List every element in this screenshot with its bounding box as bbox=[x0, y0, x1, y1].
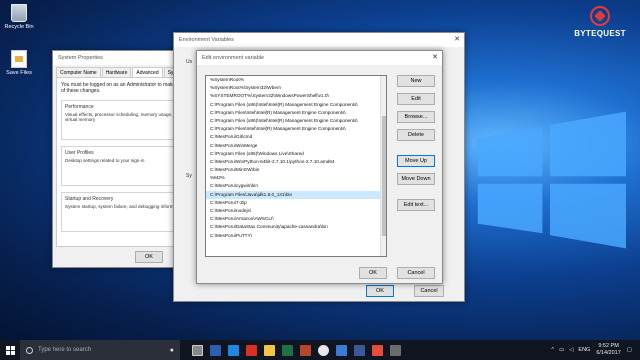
windows-logo bbox=[455, 85, 640, 275]
browse-button[interactable]: Browse... bbox=[397, 111, 435, 123]
tab-computer-name[interactable]: Computer Name bbox=[56, 67, 101, 77]
acrobat-icon[interactable] bbox=[245, 344, 257, 356]
path-entry[interactable]: C:\MesPoru\WinPython-64bit-2.7.10.1\pyth… bbox=[206, 158, 386, 166]
edit-text-button[interactable]: Edit text... bbox=[397, 199, 435, 211]
ok-button[interactable]: OK bbox=[359, 267, 387, 279]
path-entry[interactable]: C:\Program Files\Intel\Intel(R) Manageme… bbox=[206, 109, 386, 117]
desktop-icon-label: Save Files bbox=[6, 70, 32, 76]
edit-environment-variable-window: Edit environment variable ✕ %SystemRoot%… bbox=[196, 50, 443, 284]
delete-button[interactable]: Delete bbox=[397, 129, 435, 141]
path-entry[interactable]: %SYSTEMROOT%\System32\WindowsPowerShell\… bbox=[206, 92, 386, 100]
path-entry[interactable]: C:\MesPoru\nodejs\ bbox=[206, 207, 386, 215]
path-entry[interactable]: %M2% bbox=[206, 174, 386, 182]
scrollbar-thumb[interactable] bbox=[382, 116, 386, 236]
path-entry[interactable]: C:\Program Files (x86)\Intel\Intel(R) Ma… bbox=[206, 101, 386, 109]
system-tray: ^ ▭ ◁ ENG 9:52 PM 6/14/2017 ▢ bbox=[551, 340, 632, 360]
word-icon[interactable] bbox=[209, 344, 221, 356]
move-up-button[interactable]: Move Up bbox=[397, 155, 435, 167]
desktop-icon-label: Recycle Bin bbox=[4, 24, 34, 30]
path-entry[interactable]: C:\MesPoru\WinMerge bbox=[206, 142, 386, 150]
path-entry[interactable]: C:\MesPoru\7-Zip bbox=[206, 199, 386, 207]
snipping-tool-icon[interactable] bbox=[335, 344, 347, 356]
file-explorer-icon[interactable] bbox=[263, 344, 275, 356]
system-properties-taskbar-icon[interactable] bbox=[353, 344, 365, 356]
path-entries-list[interactable]: %SystemRoot% %SystemRoot%\System32\Wbem %S… bbox=[205, 75, 387, 257]
path-entry[interactable]: C:\Program Files\Java\jdk1.8.0_131\bin bbox=[206, 190, 386, 199]
titlebar: Edit environment variable ✕ bbox=[197, 51, 442, 65]
group-title: User Profiles bbox=[65, 150, 94, 156]
time: 9:52 PM bbox=[598, 343, 619, 349]
file-icon bbox=[11, 50, 27, 68]
titlebar: Environment Variables ✕ bbox=[174, 33, 464, 47]
window-title: Environment Variables bbox=[179, 37, 234, 43]
admin-notice: You must be logged on as an Administrato… bbox=[61, 82, 188, 94]
windows-start-icon bbox=[5, 345, 15, 355]
date: 6/14/2017 bbox=[596, 350, 621, 356]
path-entry[interactable]: C:\Program Files (x86)\Windows Live\Shar… bbox=[206, 150, 386, 158]
path-entry[interactable]: C:\MesPoru\PuTTY\ bbox=[206, 232, 386, 240]
brand-name: BYTEQUEST bbox=[574, 29, 626, 38]
group-title: Performance bbox=[65, 104, 94, 110]
system-vars-label-stub: Sy bbox=[186, 173, 192, 179]
task-view-icon[interactable] bbox=[191, 344, 203, 356]
path-entry[interactable]: C:\MesPoru\Git\cmd bbox=[206, 133, 386, 141]
chevron-up-icon[interactable]: ^ bbox=[551, 347, 554, 353]
volume-icon[interactable]: ◁ bbox=[569, 347, 573, 353]
scrollbar[interactable] bbox=[380, 76, 386, 256]
search-placeholder: Type here to search bbox=[38, 347, 92, 353]
tab-advanced[interactable]: Advanced bbox=[132, 67, 163, 77]
user-profiles-group: User Profiles Desktop settings related t… bbox=[61, 146, 191, 186]
language-indicator[interactable]: ENG bbox=[578, 347, 590, 353]
chrome-icon[interactable] bbox=[317, 344, 329, 356]
start-button[interactable] bbox=[0, 340, 20, 360]
path-entry[interactable]: %SystemRoot% bbox=[206, 76, 386, 84]
move-down-button[interactable]: Move Down bbox=[397, 173, 435, 185]
user-vars-label-stub: Us bbox=[186, 59, 193, 65]
brand-logo: BYTEQUEST bbox=[565, 6, 635, 48]
taskbar: Type here to search ● ^ ▭ ◁ ENG 9:52 PM … bbox=[0, 340, 640, 360]
app-icon[interactable] bbox=[389, 344, 401, 356]
path-entry[interactable]: C:\Program Files\Intel\Intel(R) Manageme… bbox=[206, 125, 386, 133]
close-icon[interactable]: ✕ bbox=[432, 53, 438, 61]
ok-button[interactable]: OK bbox=[135, 251, 163, 263]
performance-group: Performance Visual effects, processor sc… bbox=[61, 100, 191, 140]
taskbar-apps bbox=[188, 344, 404, 356]
window-title: System Properties bbox=[58, 55, 103, 61]
excel-icon[interactable] bbox=[281, 344, 293, 356]
cancel-button[interactable]: Cancel bbox=[414, 285, 444, 297]
brand-emblem-icon bbox=[590, 6, 610, 26]
new-button[interactable]: New bbox=[397, 75, 435, 87]
edit-button[interactable]: Edit bbox=[397, 93, 435, 105]
ok-button[interactable]: OK bbox=[366, 285, 394, 297]
desktop: Recycle Bin Save Files BYTEQUEST System … bbox=[0, 0, 640, 340]
group-description: Desktop settings related to your sign-in bbox=[65, 158, 145, 163]
search-icon bbox=[26, 346, 33, 354]
recorder-icon[interactable] bbox=[371, 344, 383, 356]
window-title: Edit environment variable bbox=[202, 55, 265, 61]
search-box[interactable]: Type here to search ● bbox=[20, 340, 180, 360]
save-files-icon[interactable]: Save Files bbox=[2, 50, 36, 76]
network-icon[interactable]: ▭ bbox=[559, 347, 564, 353]
group-title: Startup and Recovery bbox=[65, 196, 114, 202]
path-entry[interactable] bbox=[206, 240, 386, 248]
cancel-button[interactable]: Cancel bbox=[397, 267, 435, 279]
trash-icon bbox=[11, 4, 27, 22]
tab-hardware[interactable]: Hardware bbox=[101, 67, 132, 77]
group-description: Visual effects, processor scheduling, me… bbox=[65, 112, 182, 122]
path-entry[interactable]: C:\MesPoru\Amazon\AWSCLI\ bbox=[206, 215, 386, 223]
path-entry[interactable]: C:\MesPoru\MinGW\bin bbox=[206, 166, 386, 174]
clock[interactable]: 9:52 PM 6/14/2017 bbox=[596, 343, 620, 357]
close-icon[interactable]: ✕ bbox=[454, 35, 460, 43]
recycle-bin-icon[interactable]: Recycle Bin bbox=[2, 4, 36, 30]
outlook-icon[interactable] bbox=[227, 344, 239, 356]
powerpoint-icon[interactable] bbox=[299, 344, 311, 356]
microphone-icon[interactable]: ● bbox=[170, 347, 174, 354]
path-entry[interactable]: C:\MesPoru\cygwin\bin bbox=[206, 182, 386, 190]
path-entry[interactable]: C:\MesPoru\DataStax Community\apache-cas… bbox=[206, 223, 386, 231]
path-entry[interactable]: C:\Program Files (x86)\Intel\Intel(R) Ma… bbox=[206, 117, 386, 125]
group-description: System startup, system failure, and debu… bbox=[65, 204, 184, 209]
startup-recovery-group: Startup and Recovery System startup, sys… bbox=[61, 192, 191, 232]
notifications-icon[interactable]: ▢ bbox=[627, 347, 632, 353]
path-entry[interactable]: %SystemRoot%\System32\Wbem bbox=[206, 84, 386, 92]
